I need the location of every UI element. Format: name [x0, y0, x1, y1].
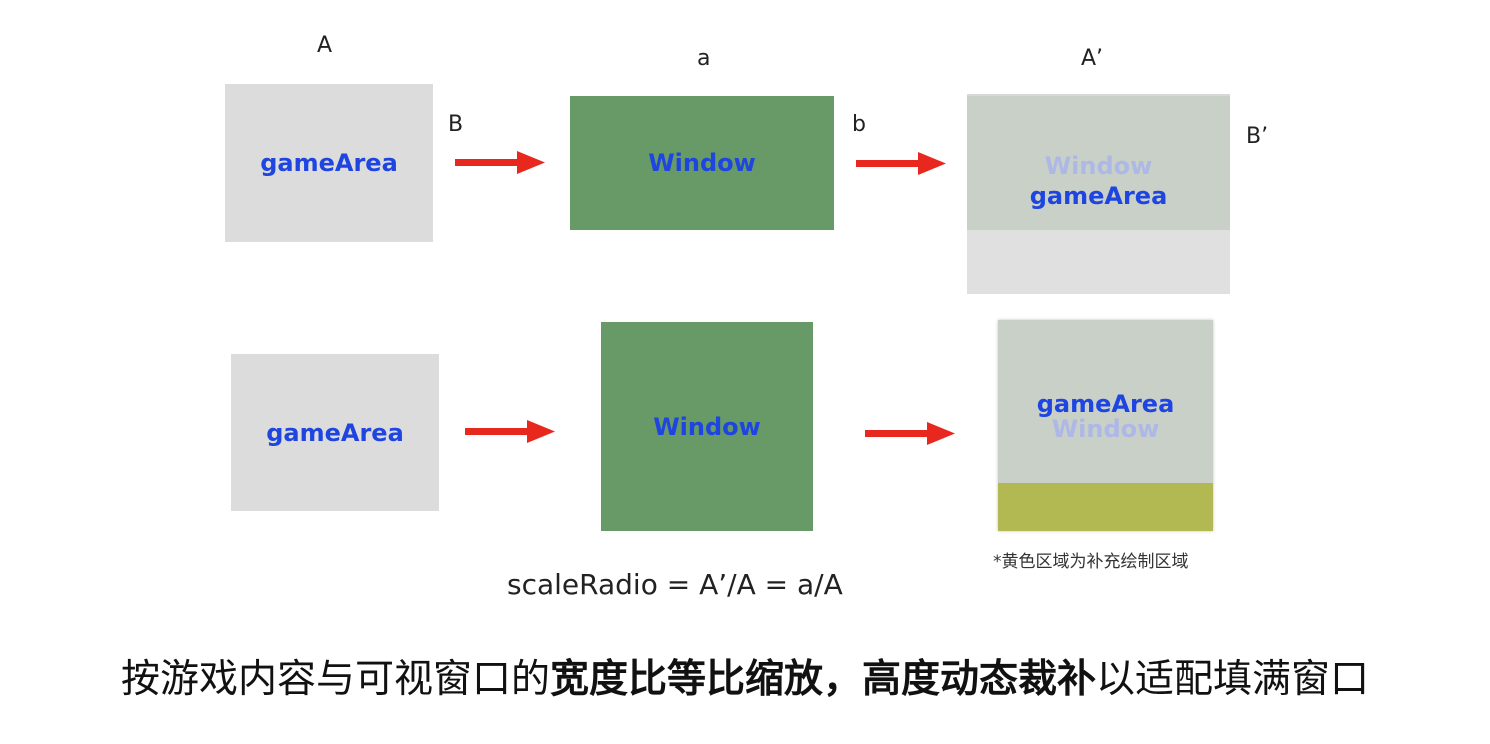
row2-result-game-area-label: gameArea — [1036, 390, 1175, 418]
row1-result-window-label: Window — [1044, 152, 1153, 180]
row2-window-label: Window — [653, 412, 761, 441]
label-b: b — [852, 112, 866, 137]
row2-result-window-label: Window — [1051, 415, 1160, 443]
row2-arrow-1 — [465, 420, 555, 443]
caption-part3: 以适配填满窗口 — [1096, 657, 1370, 702]
row2-result-container: gameArea Window — [998, 320, 1213, 531]
row1-game-area-box: gameArea — [225, 84, 433, 242]
caption-part2-bold: 宽度比等比缩放，高度动态裁补 — [549, 657, 1096, 702]
row1-arrow-1 — [455, 151, 545, 174]
row1-game-area-label: gameArea — [260, 149, 398, 177]
fill-area-note: *黄色区域为补充绘制区域 — [993, 552, 1189, 572]
row2-arrow-2 — [865, 422, 955, 445]
row1-window-box: Window — [570, 96, 834, 230]
scale-formula: scaleRadio = A’/A = a/A — [507, 568, 843, 601]
label-B: B — [448, 112, 464, 137]
row1-result-container: Window gameArea — [967, 94, 1230, 294]
row1-arrow-2 — [856, 152, 946, 175]
row1-result-game-area-label: gameArea — [1029, 182, 1168, 210]
row1-result-overlay: Window gameArea — [967, 96, 1230, 230]
row2-game-area-box: gameArea — [231, 354, 439, 511]
label-B-prime: B’ — [1246, 124, 1269, 149]
row2-result-yellow-fill — [998, 483, 1213, 531]
label-A-prime: A’ — [1081, 46, 1104, 71]
row1-window-label: Window — [648, 149, 756, 177]
label-a: a — [697, 46, 711, 71]
caption-part1: 按游戏内容与可视窗口的 — [120, 657, 550, 702]
caption: 按游戏内容与可视窗口的宽度比等比缩放，高度动态裁补以适配填满窗口 — [0, 648, 1490, 704]
row2-game-area-label: gameArea — [266, 418, 404, 447]
label-A: A — [317, 33, 333, 58]
row2-window-box: Window — [601, 322, 813, 531]
